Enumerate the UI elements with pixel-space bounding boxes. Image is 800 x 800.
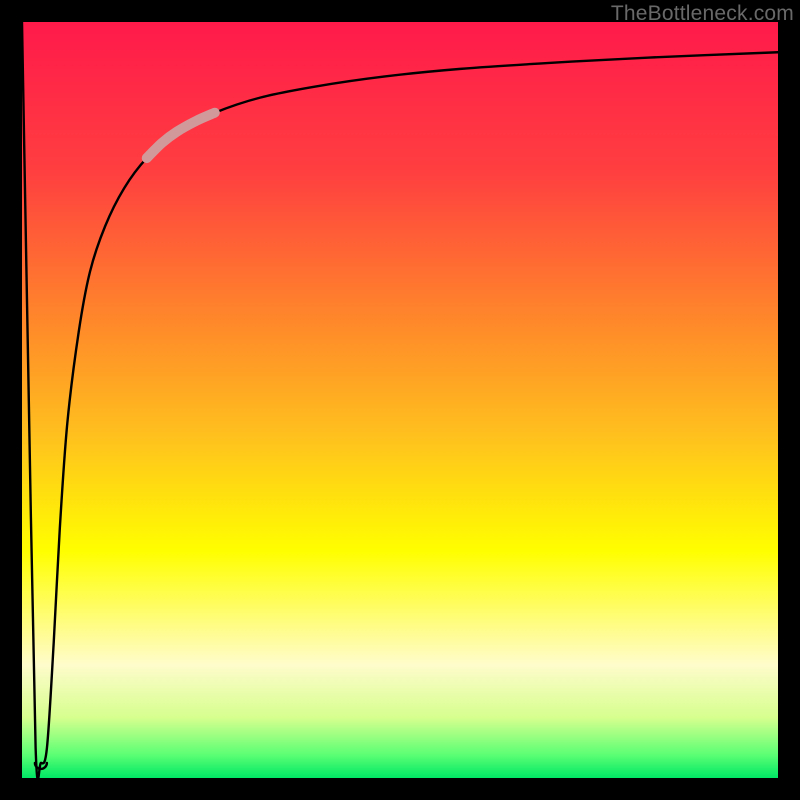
- chart-frame: TheBottleneck.com: [0, 0, 800, 800]
- highlight-segment: [147, 113, 215, 158]
- curve-layer: [22, 22, 778, 778]
- bottleneck-curve: [22, 22, 778, 779]
